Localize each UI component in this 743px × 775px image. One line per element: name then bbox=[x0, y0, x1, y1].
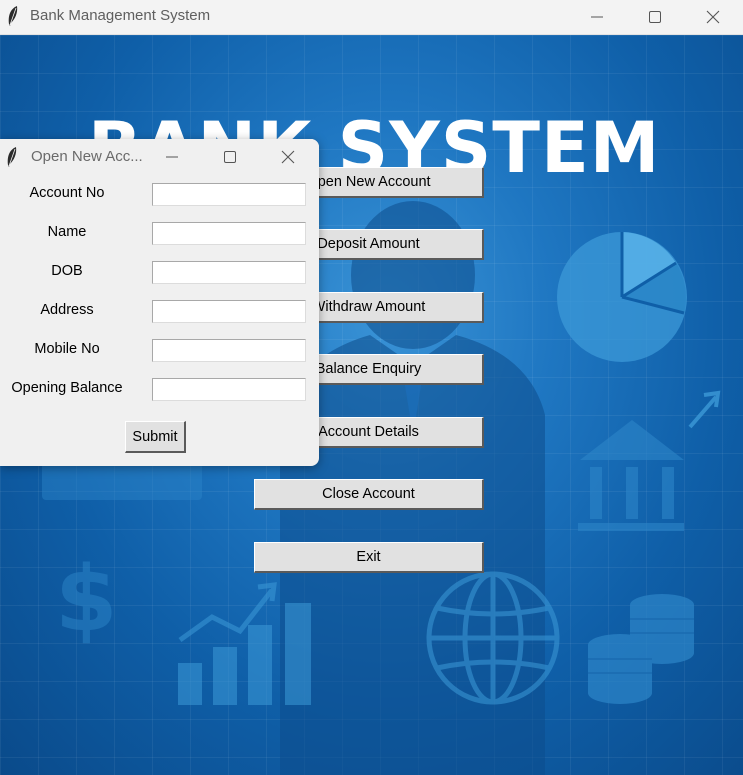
submit-button[interactable]: Submit bbox=[125, 421, 186, 453]
close-button[interactable] bbox=[684, 0, 742, 34]
close-icon bbox=[281, 150, 295, 164]
globe-icon bbox=[426, 571, 560, 705]
name-label: Name bbox=[47, 224, 87, 240]
mobile-no-input[interactable] bbox=[152, 339, 306, 362]
account-no-label: Account No bbox=[29, 185, 105, 201]
arrow-up-icon bbox=[688, 390, 721, 429]
dialog-maximize-button[interactable] bbox=[201, 139, 259, 175]
dollar-sign-icon: $ bbox=[55, 547, 118, 652]
address-input[interactable] bbox=[152, 300, 306, 323]
feather-icon bbox=[8, 6, 18, 26]
minimize-icon bbox=[591, 16, 603, 18]
address-label: Address bbox=[40, 302, 94, 318]
dob-input[interactable] bbox=[152, 261, 306, 284]
pie-chart-icon bbox=[557, 232, 687, 362]
maximize-icon bbox=[649, 11, 661, 23]
maximize-icon bbox=[224, 151, 236, 163]
account-no-input[interactable] bbox=[152, 183, 306, 206]
mobile-no-label: Mobile No bbox=[34, 341, 100, 357]
close-icon bbox=[706, 10, 720, 24]
dialog-close-button[interactable] bbox=[259, 139, 317, 175]
maximize-button[interactable] bbox=[626, 0, 684, 34]
bar-chart-icon bbox=[178, 582, 311, 705]
open-new-account-dialog: Open New Acc... Account No Name DOB Address… bbox=[0, 139, 319, 466]
bank-building-icon bbox=[578, 420, 684, 531]
minimize-icon bbox=[166, 156, 178, 158]
opening-balance-label: Opening Balance bbox=[11, 380, 123, 396]
window-title: Bank Management System bbox=[30, 7, 211, 24]
exit-button[interactable]: Exit bbox=[254, 542, 484, 573]
minimize-button[interactable] bbox=[568, 0, 626, 34]
main-titlebar: Bank Management System bbox=[0, 0, 743, 35]
dialog-title: Open New Acc... bbox=[31, 148, 143, 165]
opening-balance-input[interactable] bbox=[152, 378, 306, 401]
dialog-minimize-button[interactable] bbox=[143, 139, 201, 175]
dialog-titlebar: Open New Acc... bbox=[0, 139, 319, 175]
name-input[interactable] bbox=[152, 222, 306, 245]
dob-label: DOB bbox=[51, 263, 83, 279]
close-account-button[interactable]: Close Account bbox=[254, 479, 484, 510]
feather-icon bbox=[7, 147, 17, 167]
coins-icon bbox=[588, 594, 694, 704]
